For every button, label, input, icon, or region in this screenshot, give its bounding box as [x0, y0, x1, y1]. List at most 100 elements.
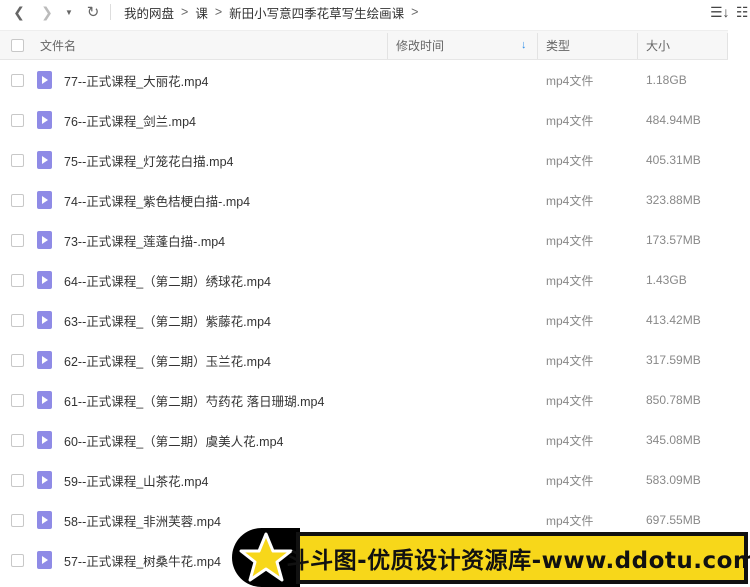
video-file-icon	[37, 471, 52, 489]
row-checkbox[interactable]	[11, 274, 24, 287]
video-file-icon	[37, 271, 52, 289]
file-type: mp4文件	[546, 113, 594, 128]
breadcrumb: 我的网盘 > 课 > 新田小写意四季花草写生绘画课 >	[124, 0, 425, 24]
video-file-icon	[37, 391, 52, 409]
file-name[interactable]: 61--正式课程_（第二期）芍药花 落日珊瑚.mp4	[64, 380, 324, 420]
column-divider[interactable]	[387, 33, 388, 59]
breadcrumb-item-course[interactable]: 课	[195, 3, 208, 22]
chevron-left-icon[interactable]: ❮	[8, 0, 30, 24]
column-header-name[interactable]: 文件名	[40, 31, 76, 60]
table-row[interactable]: 61--正式课程_（第二期）芍药花 落日珊瑚.mp4 mp4文件 850.78MB	[0, 380, 750, 420]
table-row[interactable]: 77--正式课程_大丽花.mp4 mp4文件 1.18GB	[0, 60, 750, 100]
file-type: mp4文件	[546, 273, 594, 288]
sort-descending-icon[interactable]: ↓	[521, 39, 527, 51]
row-checkbox[interactable]	[11, 154, 24, 167]
row-checkbox[interactable]	[11, 394, 24, 407]
file-type: mp4文件	[546, 153, 594, 168]
select-all-checkbox[interactable]	[11, 39, 24, 52]
file-name[interactable]: 75--正式课程_灯笼花白描.mp4	[64, 140, 233, 180]
file-type: mp4文件	[546, 393, 594, 408]
table-row[interactable]: 63--正式课程_（第二期）紫藤花.mp4 mp4文件 413.42MB	[0, 300, 750, 340]
row-checkbox[interactable]	[11, 514, 24, 527]
file-type: mp4文件	[546, 193, 594, 208]
file-type: mp4文件	[546, 233, 594, 248]
table-row[interactable]: 73--正式课程_莲蓬白描-.mp4 mp4文件 173.57MB	[0, 220, 750, 260]
row-checkbox[interactable]	[11, 354, 24, 367]
file-name[interactable]: 63--正式课程_（第二期）紫藤花.mp4	[64, 300, 271, 340]
grid-view-icon[interactable]: ☷	[736, 0, 749, 24]
breadcrumb-item-root[interactable]: 我的网盘	[124, 3, 174, 22]
chevron-right-icon[interactable]: ❯	[36, 0, 58, 24]
file-name[interactable]: 74--正式课程_紫色桔梗白描-.mp4	[64, 180, 250, 220]
file-size: 583.09MB	[646, 473, 701, 487]
sort-list-icon[interactable]: ☰↓	[710, 0, 730, 24]
breadcrumb-separator-icon: >	[411, 5, 419, 19]
video-file-icon	[37, 71, 52, 89]
file-name[interactable]: 60--正式课程_（第二期）虞美人花.mp4	[64, 420, 283, 460]
file-size: 173.57MB	[646, 233, 701, 247]
breadcrumb-item-current[interactable]: 新田小写意四季花草写生绘画课	[229, 3, 404, 22]
column-header-modified[interactable]: 修改时间	[396, 31, 444, 60]
file-size: 405.31MB	[646, 153, 701, 167]
row-checkbox[interactable]	[11, 194, 24, 207]
row-checkbox[interactable]	[11, 554, 24, 567]
file-size: 484.94MB	[646, 113, 701, 127]
file-type: mp4文件	[546, 313, 594, 328]
table-row[interactable]: 60--正式课程_（第二期）虞美人花.mp4 mp4文件 345.08MB	[0, 420, 750, 460]
file-name[interactable]: 73--正式课程_莲蓬白描-.mp4	[64, 220, 225, 260]
video-file-icon	[37, 311, 52, 329]
table-row[interactable]: 74--正式课程_紫色桔梗白描-.mp4 mp4文件 323.88MB	[0, 180, 750, 220]
table-row[interactable]: 62--正式课程_（第二期）玉兰花.mp4 mp4文件 317.59MB	[0, 340, 750, 380]
file-size: 413.42MB	[646, 313, 701, 327]
breadcrumb-separator-icon: >	[181, 5, 189, 19]
table-row[interactable]: 75--正式课程_灯笼花白描.mp4 mp4文件 405.31MB	[0, 140, 750, 180]
row-checkbox[interactable]	[11, 474, 24, 487]
video-file-icon	[37, 351, 52, 369]
video-file-icon	[37, 431, 52, 449]
column-header: 文件名 修改时间 ↓ 类型 大小	[0, 30, 728, 60]
column-divider[interactable]	[637, 33, 638, 59]
file-size: 323.88MB	[646, 193, 701, 207]
file-name[interactable]: 62--正式课程_（第二期）玉兰花.mp4	[64, 340, 271, 380]
file-size: 1.43GB	[646, 273, 687, 287]
row-checkbox[interactable]	[11, 314, 24, 327]
file-name[interactable]: 58--正式课程_非洲芙蓉.mp4	[64, 500, 221, 540]
video-file-icon	[37, 231, 52, 249]
caret-down-icon[interactable]: ▼	[62, 0, 76, 24]
column-divider[interactable]	[537, 33, 538, 59]
file-name[interactable]: 77--正式课程_大丽花.mp4	[64, 60, 208, 100]
video-file-icon	[37, 191, 52, 209]
file-name[interactable]: 76--正式课程_剑兰.mp4	[64, 100, 196, 140]
table-row[interactable]: 59--正式课程_山茶花.mp4 mp4文件 583.09MB	[0, 460, 750, 500]
table-row[interactable]: 76--正式课程_剑兰.mp4 mp4文件 484.94MB	[0, 100, 750, 140]
file-name[interactable]: 64--正式课程_（第二期）绣球花.mp4	[64, 260, 271, 300]
refresh-icon[interactable]: ↻	[82, 0, 104, 24]
column-header-type[interactable]: 类型	[546, 31, 570, 60]
row-checkbox[interactable]	[11, 114, 24, 127]
table-row[interactable]: 64--正式课程_（第二期）绣球花.mp4 mp4文件 1.43GB	[0, 260, 750, 300]
row-checkbox[interactable]	[11, 234, 24, 247]
watermark-banner: 斗斗图-优质设计资源库-www.ddotu.com	[232, 528, 750, 587]
column-header-size[interactable]: 大小	[646, 31, 670, 60]
video-file-icon	[37, 111, 52, 129]
video-file-icon	[37, 511, 52, 529]
watermark-text-box: 斗斗图-优质设计资源库-www.ddotu.com	[287, 532, 750, 584]
file-list: 77--正式课程_大丽花.mp4 mp4文件 1.18GB 76--正式课程_剑兰.…	[0, 60, 750, 580]
file-type: mp4文件	[546, 73, 594, 88]
toolbar-divider	[110, 4, 111, 20]
video-file-icon	[37, 151, 52, 169]
video-file-icon	[37, 551, 52, 569]
file-size: 850.78MB	[646, 393, 701, 407]
row-checkbox[interactable]	[11, 434, 24, 447]
breadcrumb-separator-icon: >	[214, 5, 223, 19]
file-type: mp4文件	[546, 433, 594, 448]
file-size: 317.59MB	[646, 353, 701, 367]
watermark-text: 斗斗图-优质设计资源库-www.ddotu.com	[286, 548, 750, 574]
file-type: mp4文件	[546, 353, 594, 368]
file-type: mp4文件	[546, 473, 594, 488]
file-size: 1.18GB	[646, 73, 687, 87]
file-name[interactable]: 57--正式课程_树桑牛花.mp4	[64, 540, 221, 580]
file-name[interactable]: 59--正式课程_山茶花.mp4	[64, 460, 208, 500]
row-checkbox[interactable]	[11, 74, 24, 87]
toolbar: ❮ ❯ ▼ ↻ 我的网盘 > 课 > 新田小写意四季花草写生绘画课 > ☰↓ ☷	[0, 0, 750, 24]
